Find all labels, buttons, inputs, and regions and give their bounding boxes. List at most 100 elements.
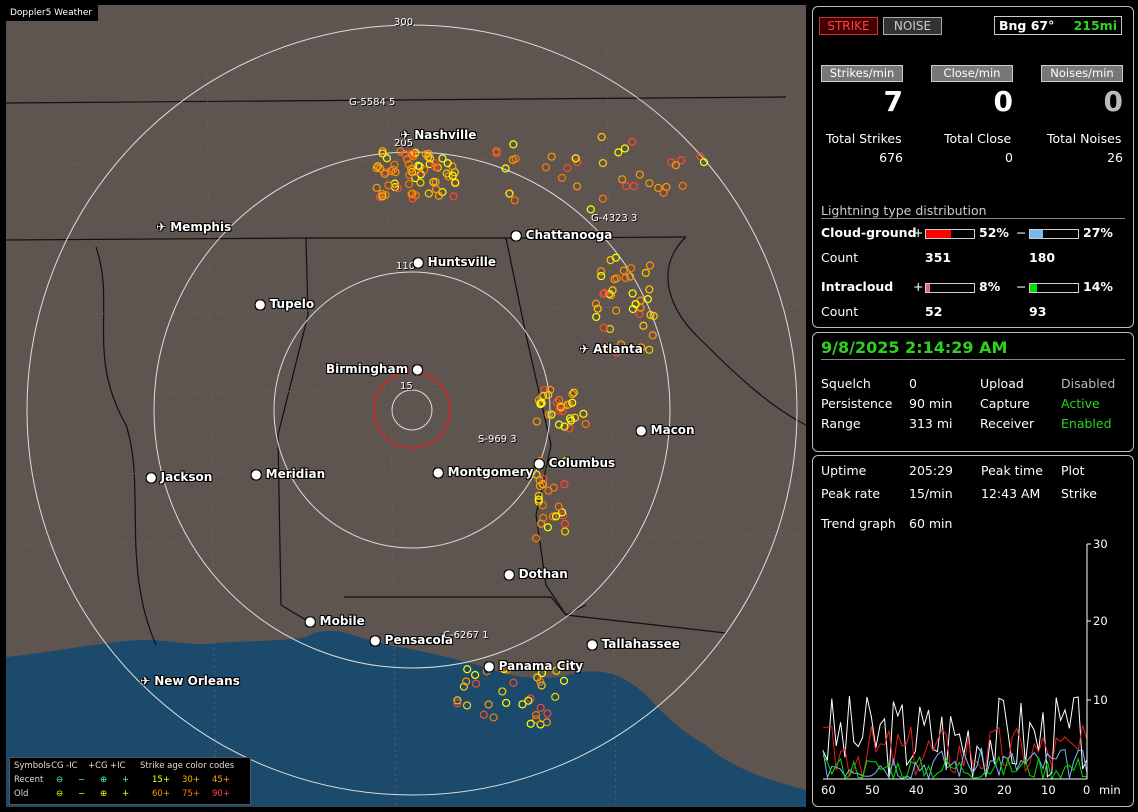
total-strikes-value: 676 (879, 150, 903, 165)
ic-neg-count: 93 (1029, 304, 1047, 319)
city-nashville: ✈ Nashville (400, 128, 477, 142)
x-unit: min (1099, 783, 1121, 797)
cg-minus-sign: − (1016, 225, 1027, 240)
city-montgomery: ● Montgomery (433, 465, 534, 479)
storm-label[interactable]: G-5584 5 (349, 97, 395, 108)
noise-rate-header: Noises/min (1041, 65, 1123, 82)
pos-ic-old-icon: + (122, 789, 130, 799)
strike-marker (621, 273, 630, 283)
city-huntsville: ● Huntsville (413, 255, 496, 269)
storm-label[interactable]: C-6267 1 (443, 630, 489, 641)
cg-pos-count: 351 (925, 250, 952, 265)
neg-ic-old-icon: − (78, 789, 86, 799)
city-new-orleans: ✈ New Orleans (140, 674, 240, 688)
x-tick: 10 (1041, 783, 1056, 797)
upload-value: Disabled (1061, 376, 1116, 391)
x-tick: 50 (865, 783, 880, 797)
trend-series-line (822, 696, 1088, 778)
receiver-label: Receiver (980, 416, 1035, 431)
strike-marker (622, 181, 631, 191)
ic-neg-pct: 14% (1083, 279, 1113, 294)
strike-marker (579, 409, 588, 418)
storm-label[interactable]: S-969 3 (478, 434, 517, 445)
strike-marker (635, 170, 644, 179)
current-datetime: 9/8/2025 2:14:29 AM (821, 338, 1008, 357)
uptime-value: 205:29 (909, 463, 953, 478)
strike-marker (431, 185, 441, 194)
city-meridian: ● Meridian (251, 467, 326, 481)
plot-value[interactable]: Strike (1061, 486, 1097, 501)
trend-value: 60 min (909, 516, 953, 531)
neg-cg-old-icon: ⊖ (56, 789, 64, 799)
strike-marker (598, 158, 608, 168)
squelch-label: Squelch (821, 376, 871, 391)
strike-marker (639, 321, 648, 330)
total-close-label: Total Close (944, 131, 1012, 146)
pos-cg-recent-icon: ⊕ (100, 775, 108, 785)
receiver-value: Enabled (1061, 416, 1112, 431)
strike-marker (532, 417, 541, 426)
city-macon: ● Macon (636, 423, 695, 437)
strike-marker (372, 183, 381, 192)
cg-plus-sign: + (913, 225, 924, 240)
peak-rate-label: Peak rate (821, 486, 881, 501)
strike-marker (569, 388, 578, 397)
city-dothan: ● Dothan (504, 567, 568, 581)
strike-marker (597, 132, 606, 142)
noise-button[interactable]: NOISE (883, 17, 942, 35)
strike-marker (541, 163, 551, 172)
ic-minus-sign: − (1016, 279, 1027, 294)
x-tick: 30 (953, 783, 968, 797)
cg-neg-bar (1029, 229, 1079, 239)
city-memphis: ✈ Memphis (156, 220, 232, 234)
uptime-label: Uptime (821, 463, 867, 478)
ic-pos-pct: 8% (979, 279, 1001, 294)
squelch-value: 0 (909, 376, 917, 391)
distribution-title: Lightning type distribution (821, 203, 987, 218)
persistence-label: Persistence (821, 396, 893, 411)
distribution-divider (821, 218, 1125, 219)
plot-label: Plot (1061, 463, 1085, 478)
strike-marker (614, 148, 623, 157)
strike-marker (505, 189, 514, 198)
strike-marker (557, 173, 567, 182)
city-tallahassee: ● Tallahassee (587, 637, 680, 651)
neg-cg-recent-icon: ⊖ (56, 775, 64, 785)
total-close-value: 0 (1005, 150, 1013, 165)
strike-marker (563, 163, 572, 173)
strike-marker (581, 419, 590, 429)
strike-marker (645, 345, 654, 354)
strike-marker (510, 196, 519, 205)
strike-marker (629, 182, 639, 191)
peak-rate-value: 15/min (909, 486, 953, 501)
lightning-map[interactable]: Doppler5 Weather 300 205 110 15 ✈ Nashvi… (6, 5, 806, 807)
strike-marker (449, 192, 458, 201)
noise-rate-value: 0 (1103, 85, 1123, 118)
strike-button[interactable]: STRIKE (819, 17, 878, 35)
strike-marker (554, 502, 563, 511)
total-strikes-label: Total Strikes (826, 131, 902, 146)
trend-label: Trend graph (821, 516, 896, 531)
upload-label: Upload (980, 376, 1024, 391)
strike-legend: Symbols-CG -IC +CG +IC Strike age color code… (9, 757, 251, 805)
strike-marker (592, 312, 601, 322)
capture-value: Active (1061, 396, 1100, 411)
storm-label[interactable]: G-4323 3 (591, 213, 637, 224)
strike-marker (645, 179, 654, 188)
strike-marker (659, 188, 668, 197)
strike-marker (618, 175, 627, 184)
city-pensacola: ● Pensacola (370, 633, 453, 647)
settings-panel: 9/8/2025 2:14:29 AM Squelch 0 Upload Dis… (812, 332, 1134, 452)
close-rate-value: 0 (993, 85, 1013, 118)
city-mobile: ● Mobile (305, 614, 365, 628)
map-graphics (6, 5, 806, 807)
strike-marker (628, 137, 637, 146)
city-chattanooga: ● Chattanooga (511, 228, 613, 242)
strikes-rate-header: Strikes/min (821, 65, 903, 82)
strike-marker (641, 268, 650, 277)
strike-marker (620, 144, 629, 153)
ring-label: 15 (400, 381, 413, 392)
strike-status-panel: STRIKE NOISE Bng 67° 215mi Strikes/min C… (812, 6, 1134, 328)
strike-marker (586, 205, 595, 214)
x-tick: 40 (909, 783, 924, 797)
